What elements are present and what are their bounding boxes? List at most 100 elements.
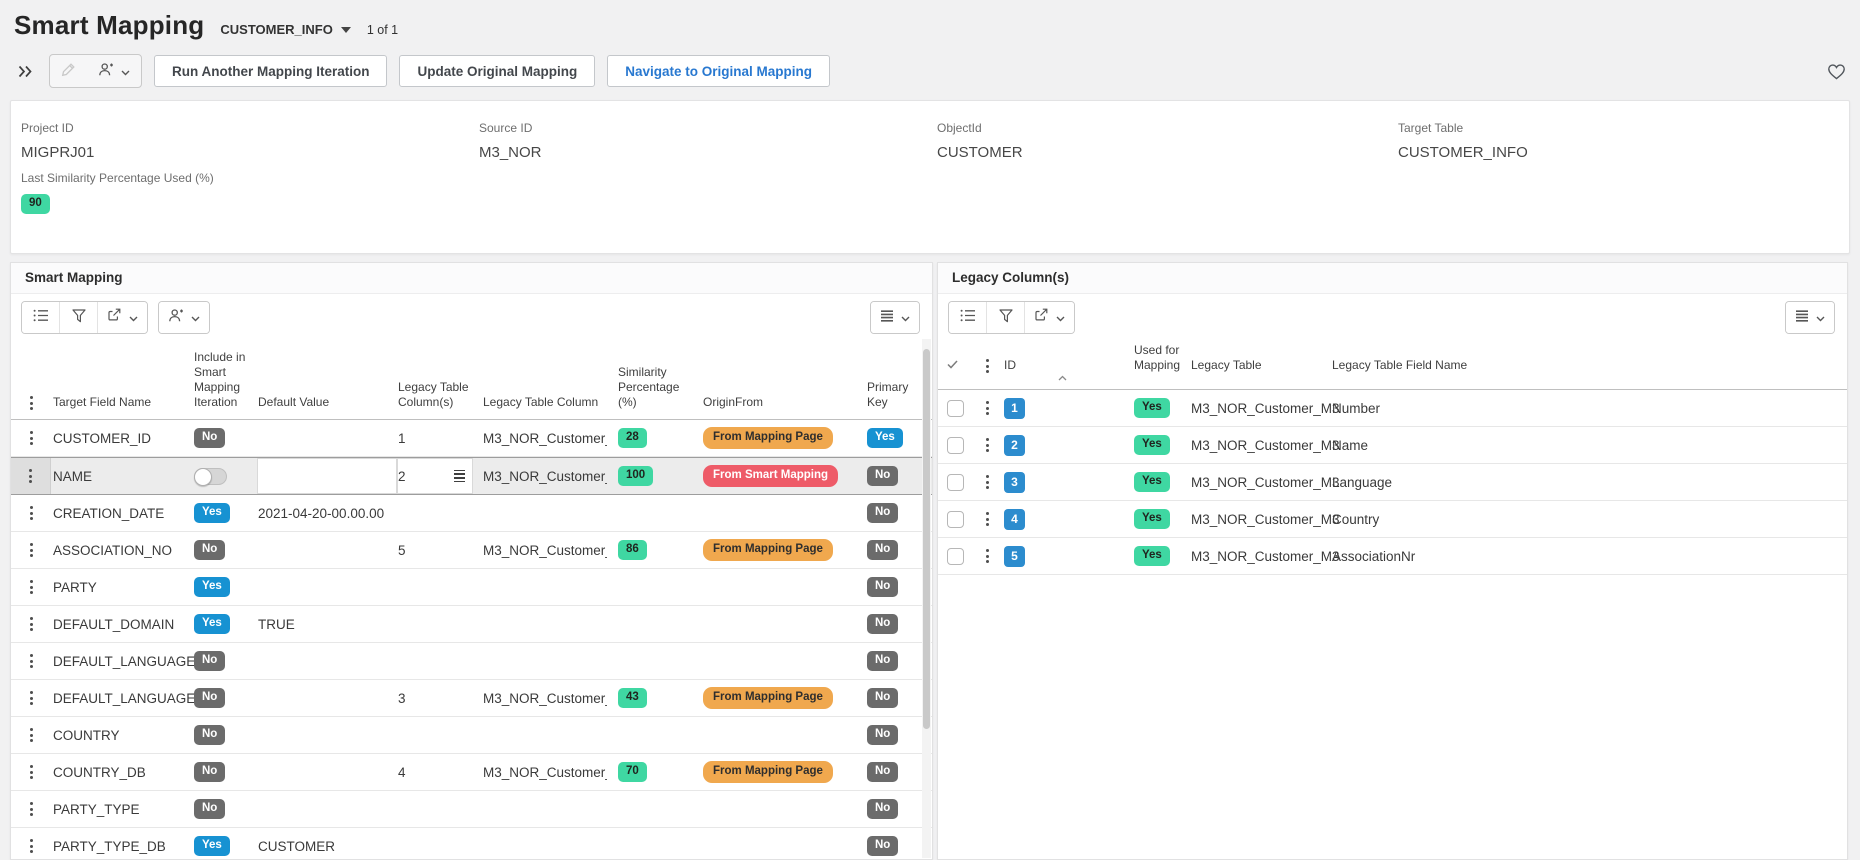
list-view-button[interactable]	[949, 302, 987, 333]
col-id[interactable]: ID	[1000, 358, 1132, 373]
row-menu-icon[interactable]	[30, 802, 33, 816]
header-row-menu-icon[interactable]	[11, 396, 51, 410]
col-legacy-table[interactable]: Legacy Table	[1188, 358, 1330, 373]
col-id-label: ID	[1004, 358, 1016, 372]
table-row[interactable]: COUNTRYNoNo	[11, 717, 932, 754]
table-row[interactable]: PARTY_TYPENoNo	[11, 791, 932, 828]
table-row[interactable]: DEFAULT_DOMAINYesTRUENo	[11, 606, 932, 643]
table-row[interactable]: 2YesM3_NOR_Customer_M3Name	[938, 427, 1847, 464]
col-default-value[interactable]: Default Value	[257, 395, 397, 410]
table-row[interactable]: CREATION_DATEYes2021-04-20-00.00.00No	[11, 495, 932, 532]
table-row[interactable]: 5YesM3_NOR_Customer_M3AssociationNr	[938, 538, 1847, 575]
table-row[interactable]: PARTY_TYPE_DBYesCUSTOMERNo	[11, 828, 932, 860]
legacy-table-column-cell: M3_NOR_Customer_M3	[473, 754, 607, 790]
record-selector[interactable]: CUSTOMER_INFO	[220, 22, 350, 37]
filter-button[interactable]	[987, 302, 1025, 333]
user-actions-button[interactable]	[159, 302, 209, 333]
col-legacy-table-field-name[interactable]: Legacy Table Field Name	[1330, 358, 1847, 373]
row-checkbox[interactable]	[947, 400, 964, 417]
chevron-down-icon	[121, 64, 130, 79]
row-menu-cell	[974, 390, 1000, 426]
col-origin-from[interactable]: OriginFrom	[695, 395, 865, 410]
row-menu-icon[interactable]	[30, 765, 33, 779]
row-menu-icon[interactable]	[986, 512, 989, 526]
select-all-icon[interactable]	[938, 358, 974, 373]
target-field-name-cell: COUNTRY	[51, 717, 193, 753]
table-row[interactable]: 3YesM3_NOR_Customer_M3Language	[938, 464, 1847, 501]
update-mapping-button[interactable]: Update Original Mapping	[399, 55, 595, 87]
row-menu-icon[interactable]	[986, 401, 989, 415]
table-row[interactable]: 4YesM3_NOR_Customer_M3Country	[938, 501, 1847, 538]
table-row[interactable]: DEFAULT_LANGUAGENo3M3_NOR_Customer_M343F…	[11, 680, 932, 717]
id-cell: 1	[1000, 390, 1132, 426]
row-menu-cell	[11, 643, 51, 679]
row-menu-icon[interactable]	[30, 728, 33, 742]
list-view-button[interactable]	[22, 302, 60, 333]
export-button[interactable]	[98, 302, 147, 333]
legacy-table-column-cell	[473, 717, 607, 753]
target-field-name-cell: NAME	[51, 458, 193, 494]
row-menu-icon[interactable]	[986, 549, 989, 563]
row-menu-icon[interactable]	[30, 617, 33, 631]
row-menu-icon[interactable]	[30, 543, 33, 557]
table-row[interactable]: ASSOCIATION_NONo5M3_NOR_Customer_M386Fro…	[11, 532, 932, 569]
col-include-in-iteration[interactable]: Include in Smart Mapping Iteration	[193, 350, 257, 410]
table-row[interactable]: DEFAULT_LANGUAGENoNo	[11, 643, 932, 680]
favorite-icon[interactable]	[1827, 63, 1846, 80]
lookup-list-icon[interactable]	[454, 470, 465, 482]
col-similarity-percentage[interactable]: Similarity Percentage (%)	[607, 365, 695, 410]
row-menu-icon[interactable]	[30, 691, 33, 705]
row-menu-icon[interactable]	[30, 654, 33, 668]
table-row[interactable]: CUSTOMER_IDNo1M3_NOR_Customer_M328From M…	[11, 420, 932, 457]
expand-icon[interactable]	[14, 65, 37, 78]
column-menu-group	[870, 301, 920, 334]
row-checkbox[interactable]	[947, 511, 964, 528]
action-toolbar: Run Another Mapping Iteration Update Ori…	[14, 54, 1846, 88]
primary-key-badge: No	[867, 466, 898, 486]
id-cell: 4	[1000, 501, 1132, 537]
smart-mapping-panel: Smart Mapping	[10, 262, 933, 860]
col-used-for-mapping[interactable]: Used for Mapping	[1132, 343, 1188, 373]
table-row[interactable]: COUNTRY_DBNo4M3_NOR_Customer_M370From Ma…	[11, 754, 932, 791]
export-button[interactable]	[1025, 302, 1074, 333]
row-checkbox[interactable]	[947, 437, 964, 454]
default-value-cell	[257, 791, 397, 827]
row-menu-icon[interactable]	[29, 469, 32, 483]
row-menu-icon[interactable]	[30, 506, 33, 520]
row-menu-icon[interactable]	[30, 839, 33, 853]
user-actions-button[interactable]	[87, 55, 141, 87]
edit-button[interactable]	[50, 55, 87, 87]
row-menu-icon[interactable]	[986, 438, 989, 452]
row-menu-icon[interactable]	[30, 580, 33, 594]
filter-button[interactable]	[60, 302, 98, 333]
header-row-menu-icon[interactable]	[974, 359, 1000, 373]
left-table-scrollbar-thumb[interactable]	[923, 349, 930, 729]
used-for-mapping-cell: Yes	[1132, 538, 1188, 574]
col-primary-key[interactable]: Primary Key	[865, 380, 920, 410]
column-menu-button[interactable]	[1786, 302, 1834, 333]
column-menu-button[interactable]	[871, 302, 919, 333]
table-row[interactable]: 1YesM3_NOR_Customer_M3Number	[938, 390, 1847, 427]
include-toggle[interactable]	[194, 468, 227, 485]
row-menu-cell	[11, 458, 51, 494]
origin-cell	[695, 569, 865, 605]
project-id-value: MIGPRJ01	[21, 144, 94, 161]
navigate-mapping-button[interactable]: Navigate to Original Mapping	[607, 55, 830, 87]
row-checkbox[interactable]	[947, 548, 964, 565]
row-menu-icon[interactable]	[30, 431, 33, 445]
used-for-mapping-cell: Yes	[1132, 390, 1188, 426]
col-legacy-table-columns[interactable]: Legacy Table Column(s)	[397, 380, 473, 410]
col-legacy-table-column[interactable]: Legacy Table Column	[473, 395, 607, 410]
col-target-field-name[interactable]: Target Field Name	[51, 395, 193, 410]
primary-key-badge: No	[867, 540, 898, 560]
target-table-value: CUSTOMER_INFO	[1398, 144, 1528, 161]
left-table-scrollbar-track[interactable]	[922, 339, 931, 858]
legacy-columns-count: 2	[398, 469, 406, 484]
table-row[interactable]: PARTYYesNo	[11, 569, 932, 606]
table-row[interactable]: NAME2M3_NOR_Customer_M3100From Smart Map…	[11, 457, 932, 495]
run-iteration-button[interactable]: Run Another Mapping Iteration	[154, 55, 387, 87]
row-menu-icon[interactable]	[986, 475, 989, 489]
row-checkbox[interactable]	[947, 474, 964, 491]
origin-badge: From Mapping Page	[703, 539, 833, 561]
primary-key-cell: No	[865, 717, 920, 753]
